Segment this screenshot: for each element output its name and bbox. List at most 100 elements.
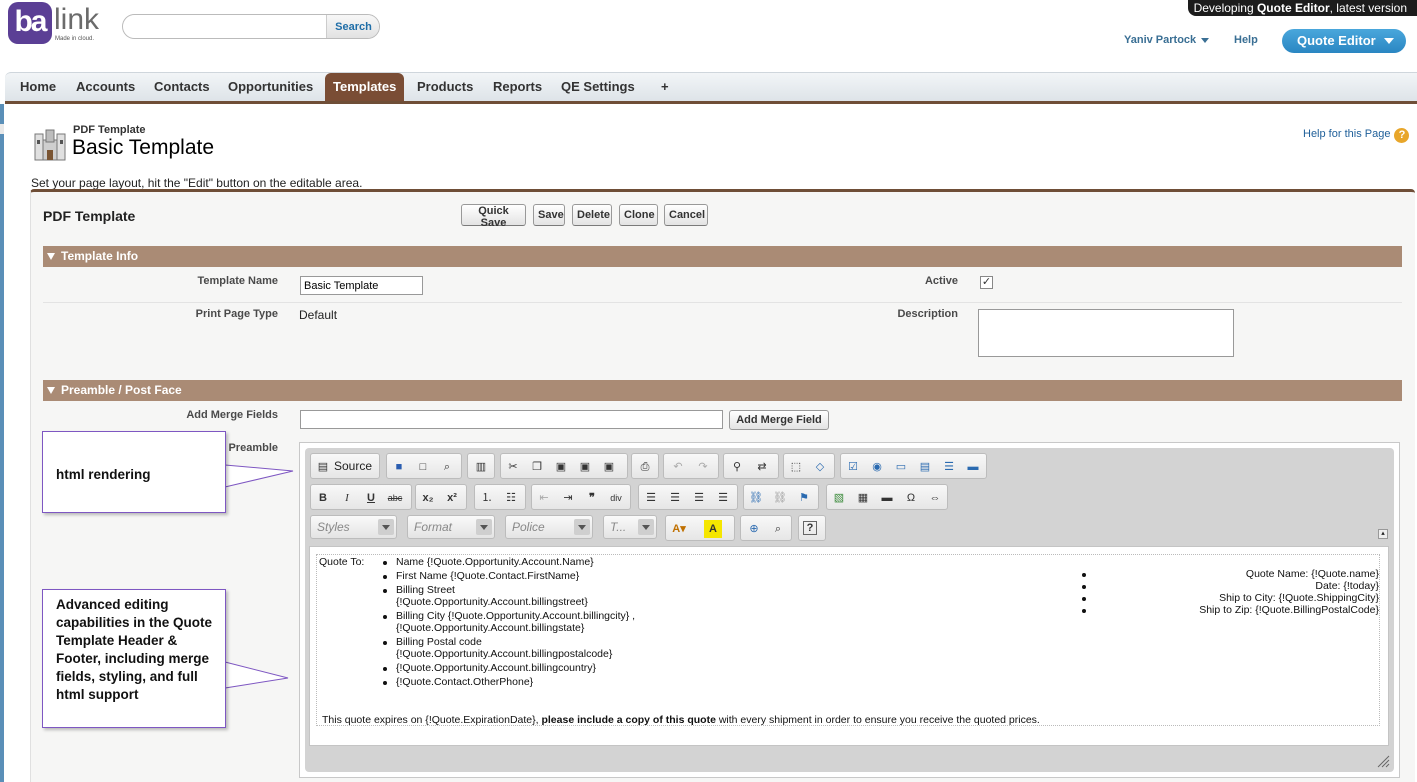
indent-icon[interactable]: ⇥ [559, 489, 577, 507]
table-icon[interactable]: ▦ [854, 489, 872, 507]
about-group: ? [798, 515, 826, 541]
tab-qe-settings[interactable]: QE Settings [553, 73, 643, 103]
add-merge-field-button[interactable]: Add Merge Field [729, 410, 829, 430]
superscript-icon[interactable]: x² [443, 489, 461, 507]
div-container-icon[interactable]: div [607, 489, 625, 507]
select-all-icon[interactable]: ⬚ [787, 458, 805, 476]
tab-products[interactable]: Products [409, 73, 481, 103]
user-menu[interactable]: Yaniv Partock [1124, 34, 1210, 46]
print-icon[interactable]: ⎙ [636, 458, 654, 476]
active-checkbox[interactable]: ✓ [980, 276, 993, 289]
sidebar-toggle[interactable] [0, 104, 4, 782]
search-button[interactable]: Search [326, 15, 379, 38]
tab-home[interactable]: Home [12, 73, 64, 103]
copy-icon[interactable]: ❐ [528, 458, 546, 476]
page-break-icon[interactable]: ⇔ [926, 489, 944, 507]
app-menu-button[interactable]: Quote Editor [1282, 29, 1406, 53]
anchor-flag-icon[interactable]: ⚑ [795, 489, 813, 507]
quick-save-button[interactable]: Quick Save [461, 204, 526, 229]
horizontal-rule-icon[interactable]: ▬ [878, 489, 896, 507]
background-color-icon[interactable]: A [704, 520, 722, 538]
cancel-button[interactable]: Cancel [664, 204, 708, 226]
link-group: ⛓ ⛓ ⚑ [743, 484, 819, 510]
justify-icon[interactable]: ☰ [714, 489, 732, 507]
template-name-input[interactable] [300, 276, 423, 295]
cut-icon[interactable]: ✂ [504, 458, 522, 476]
bulleted-list-icon[interactable]: ☷ [502, 489, 520, 507]
help-link[interactable]: Help [1234, 34, 1258, 46]
paste-text-icon[interactable]: ▣ [576, 458, 594, 476]
paste-icon[interactable]: ▣ [552, 458, 570, 476]
add-tab-button[interactable]: + [653, 73, 677, 103]
select-group: ⬚ ◇ [783, 453, 835, 479]
search-input[interactable] [123, 15, 326, 38]
checkbox-field-icon[interactable]: ☑ [844, 458, 862, 476]
clone-button[interactable]: Clone [619, 204, 658, 226]
balink-logo[interactable]: ba link Made in cloud. [8, 2, 100, 46]
description-textarea[interactable] [978, 309, 1234, 357]
tab-reports[interactable]: Reports [485, 73, 550, 103]
text-color-icon[interactable]: A▾ [670, 520, 688, 538]
maximize-icon[interactable]: ⊕ [745, 520, 763, 538]
save-button[interactable]: Save [533, 204, 565, 226]
color-group: A▾ A [665, 515, 735, 541]
text-field-icon[interactable]: ▭ [892, 458, 910, 476]
format-select[interactable]: Format [407, 515, 495, 539]
section-template-info[interactable]: Template Info [43, 246, 1402, 267]
image-icon[interactable]: ▧ [830, 489, 848, 507]
tab-opportunities[interactable]: Opportunities [220, 73, 321, 103]
preview-icon[interactable]: ⌕ [438, 458, 456, 476]
new-page-icon[interactable]: □ [414, 458, 432, 476]
button-field-icon[interactable]: ▬ [964, 458, 982, 476]
align-center-icon[interactable]: ☰ [666, 489, 684, 507]
show-blocks-icon[interactable]: ⌕ [769, 520, 787, 538]
font-size-select[interactable]: T... [603, 515, 657, 539]
remove-format-icon[interactable]: ◇ [811, 458, 829, 476]
redo-icon[interactable]: ↷ [694, 458, 712, 476]
page-type: PDF Template [73, 124, 146, 136]
styles-select[interactable]: Styles [310, 515, 397, 539]
select-field-icon[interactable]: ☰ [940, 458, 958, 476]
templates-icon[interactable]: ▥ [472, 458, 490, 476]
collapse-toolbar-icon[interactable]: ▴ [1378, 529, 1388, 539]
subscript-icon[interactable]: x₂ [419, 489, 437, 507]
radio-field-icon[interactable]: ◉ [868, 458, 886, 476]
underline-icon[interactable]: U [362, 489, 380, 507]
strike-icon[interactable]: abc [386, 489, 404, 507]
align-left-icon[interactable]: ☰ [642, 489, 660, 507]
blockquote-icon[interactable]: ❞ [583, 489, 601, 507]
help-for-page-link[interactable]: Help for this Page? [1303, 128, 1410, 143]
list-item-cont: {!Quote.Opportunity.Account.billingstree… [396, 596, 588, 608]
textarea-field-icon[interactable]: ▤ [916, 458, 934, 476]
undo-icon[interactable]: ↶ [669, 458, 687, 476]
format-select-label: Format [414, 520, 453, 534]
link-icon[interactable]: ⛓ [747, 489, 765, 507]
align-right-icon[interactable]: ☰ [690, 489, 708, 507]
find-icon[interactable]: ⚲ [728, 458, 746, 476]
italic-icon[interactable]: I [338, 489, 356, 507]
replace-icon[interactable]: ⇄ [753, 458, 771, 476]
bold-icon[interactable]: B [314, 489, 332, 507]
list-item: {!Quote.Opportunity.Account.billingcount… [396, 662, 597, 674]
source-button[interactable]: Source [334, 459, 372, 473]
special-char-icon[interactable]: Ω [902, 489, 920, 507]
unlink-icon[interactable]: ⛓ [771, 489, 789, 507]
tab-contacts[interactable]: Contacts [146, 73, 218, 103]
outdent-icon[interactable]: ⇤ [535, 489, 553, 507]
paste-word-icon[interactable]: ▣ [600, 458, 618, 476]
sidebar-handle[interactable] [0, 124, 4, 134]
tab-templates[interactable]: Templates [325, 73, 405, 103]
merge-field-input[interactable] [300, 410, 723, 429]
source-icon: ▤ [317, 461, 329, 473]
delete-button[interactable]: Delete [572, 204, 612, 226]
numbered-list-icon[interactable]: ⒈ [478, 489, 496, 507]
tab-accounts[interactable]: Accounts [68, 73, 143, 103]
font-select[interactable]: Police [505, 515, 593, 539]
section-preamble[interactable]: Preamble / Post Face [43, 380, 1402, 401]
resize-handle-icon[interactable] [1376, 754, 1390, 768]
about-icon[interactable]: ? [803, 521, 817, 535]
user-name: Yaniv Partock [1124, 34, 1197, 46]
list-group: ⒈ ☷ [474, 484, 526, 510]
app-menu-label: Quote Editor [1297, 33, 1376, 48]
save-icon[interactable]: ■ [390, 458, 408, 476]
